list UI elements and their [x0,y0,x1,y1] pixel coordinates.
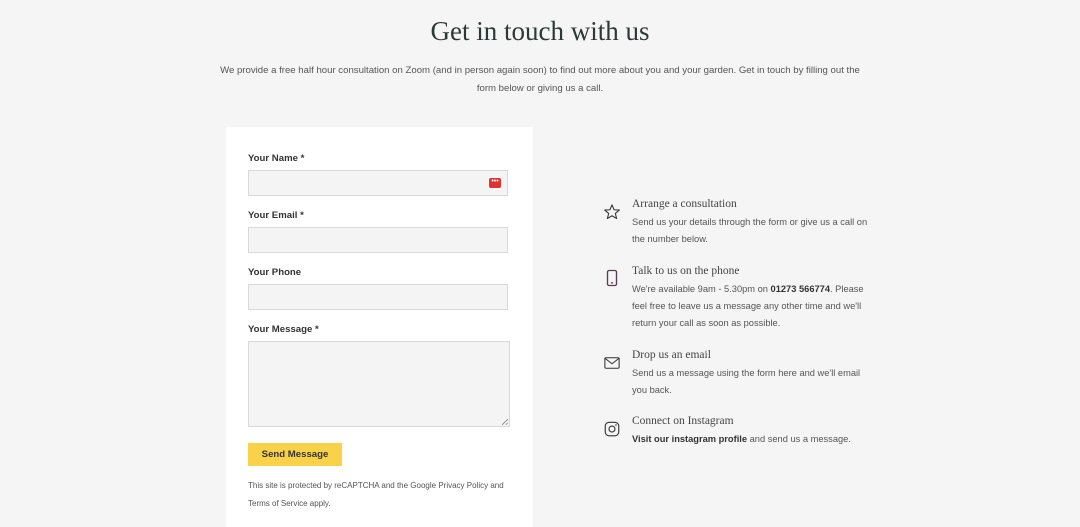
recaptcha-notice: This site is protected by reCAPTCHA and … [248,481,504,508]
phone-input[interactable] [248,284,508,310]
email-input[interactable] [248,227,508,253]
info-phone-title: Talk to us on the phone [632,265,740,277]
info-phone-text-prefix: We're available 9am - 5.30pm on [632,284,771,294]
password-manager-icon[interactable]: ••• [489,178,501,188]
textarea-resize-handle[interactable] [502,419,508,425]
message-textarea[interactable] [248,341,510,427]
intro-text: We provide a free half hour consultation… [220,65,860,94]
instagram-profile-link[interactable]: Visit our instagram profile [632,434,747,444]
star-icon [604,204,620,220]
info-instagram-title: Connect on Instagram [632,415,734,427]
envelope-icon [604,357,620,369]
name-input[interactable] [248,170,508,196]
info-instagram-text: Visit our instagram profile and send us … [632,431,882,448]
info-consultation-title: Arrange a consultation [632,198,737,210]
info-email-text: Send us a message using the form here an… [632,368,861,395]
info-consultation-text: Send us your details through the form or… [632,217,868,244]
name-label: Your Name * [248,153,305,164]
email-label: Your Email * [248,210,304,221]
instagram-icon[interactable] [603,420,621,438]
message-label: Your Message * [248,324,319,335]
info-instagram-text-suffix: and send us a message. [747,434,851,444]
phone-icon [606,269,618,287]
phone-label: Your Phone [248,267,302,278]
info-email-title: Drop us an email [632,349,711,361]
contact-form: Your Name * ••• Your Email * Your Phone … [226,127,533,527]
page-title: Get in touch with us [430,16,650,46]
phone-number[interactable]: 01273 566774 [771,284,830,294]
send-message-button[interactable]: Send Message [248,443,342,466]
info-phone-text: We're available 9am - 5.30pm on 01273 56… [632,281,872,332]
